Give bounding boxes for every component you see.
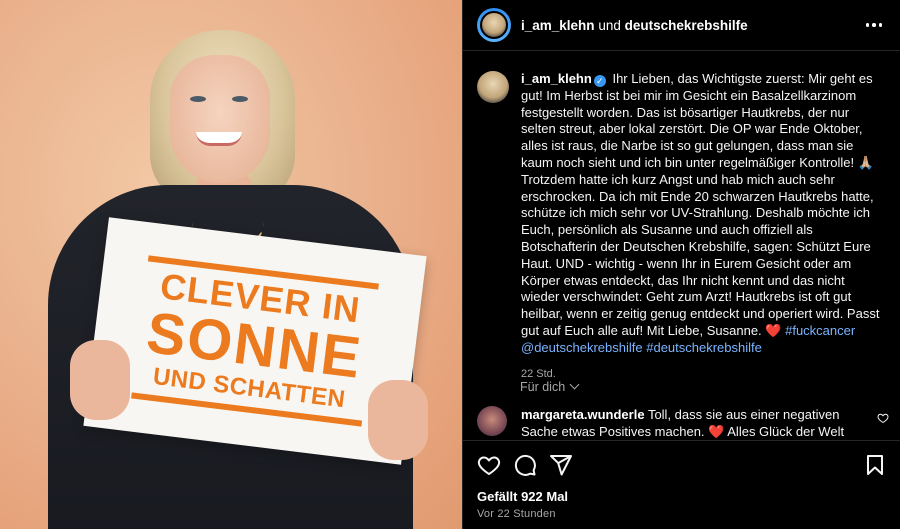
hashtag-deutschekrebshilfe[interactable]: #deutschekrebshilfe [646, 340, 762, 355]
mention-deutschekrebshilfe[interactable]: @deutschekrebshilfe [521, 340, 643, 355]
comment-icon[interactable] [513, 453, 537, 477]
post-actions: Gefällt 922 Mal Vor 22 Stunden [463, 440, 900, 529]
photo-smile [196, 132, 242, 146]
caption-text-2: Trotzdem hatte ich kurz Angst und hab mi… [521, 171, 880, 338]
post-photo[interactable]: CLEVER IN SONNE UND SCHATTEN [0, 0, 462, 529]
caption-text-block: i_am_klehn ✓ Ihr Lieben, das Wichtigste z… [521, 71, 881, 382]
bookmark-icon[interactable] [863, 453, 887, 477]
post-age: Vor 22 Stunden [477, 508, 556, 520]
comment-like-heart-icon[interactable] [877, 412, 889, 424]
caption-avatar[interactable] [477, 71, 509, 103]
post-authors: i_am_klehn und deutschekrebshilfe [521, 18, 748, 33]
post-header: i_am_klehn und deutschekrebshilfe [463, 0, 900, 51]
heart-icon[interactable] [477, 453, 501, 477]
post-caption: i_am_klehn ✓ Ihr Lieben, das Wichtigste z… [463, 51, 900, 382]
comment-heart-emoji: ❤️ [708, 424, 725, 439]
action-icons-row [477, 453, 887, 477]
commenter-username[interactable]: margareta.wunderle [521, 407, 645, 422]
author-avatar[interactable] [477, 8, 511, 42]
photo-hand-right [368, 380, 428, 460]
comment-text-block: margareta.wunderle Toll, dass sie aus ei… [521, 406, 861, 440]
comment-item: margareta.wunderle Toll, dass sie aus ei… [477, 406, 889, 440]
post-side-panel: i_am_klehn und deutschekrebshilfe i_am_k… [462, 0, 900, 529]
for-you-toggle[interactable]: Für dich [520, 379, 580, 394]
for-you-label: Für dich [520, 380, 566, 394]
hashtag-fuckcancer[interactable]: #fuckcancer [785, 323, 855, 338]
author-username[interactable]: i_am_klehn [521, 18, 595, 33]
photo-eye-right [232, 96, 248, 102]
author-avatar-image [480, 11, 508, 39]
more-options-icon[interactable] [862, 23, 886, 27]
photo-face [170, 55, 270, 183]
heart-emoji: ❤️ [765, 322, 782, 338]
collaborator-username[interactable]: deutschekrebshilfe [625, 18, 748, 33]
photo-hand-left [70, 340, 130, 420]
verified-badge-icon: ✓ [593, 75, 606, 87]
likes-count[interactable]: Gefällt 922 Mal [477, 489, 887, 504]
photo-eye-left [190, 96, 206, 102]
commenter-avatar[interactable] [477, 406, 507, 436]
authors-joiner: und [598, 17, 621, 33]
instagram-post-view: CLEVER IN SONNE UND SCHATTEN i_am_klehn … [0, 0, 900, 529]
share-icon[interactable] [549, 453, 573, 477]
chevron-down-icon [569, 379, 580, 390]
caption-username[interactable]: i_am_klehn [521, 71, 592, 86]
